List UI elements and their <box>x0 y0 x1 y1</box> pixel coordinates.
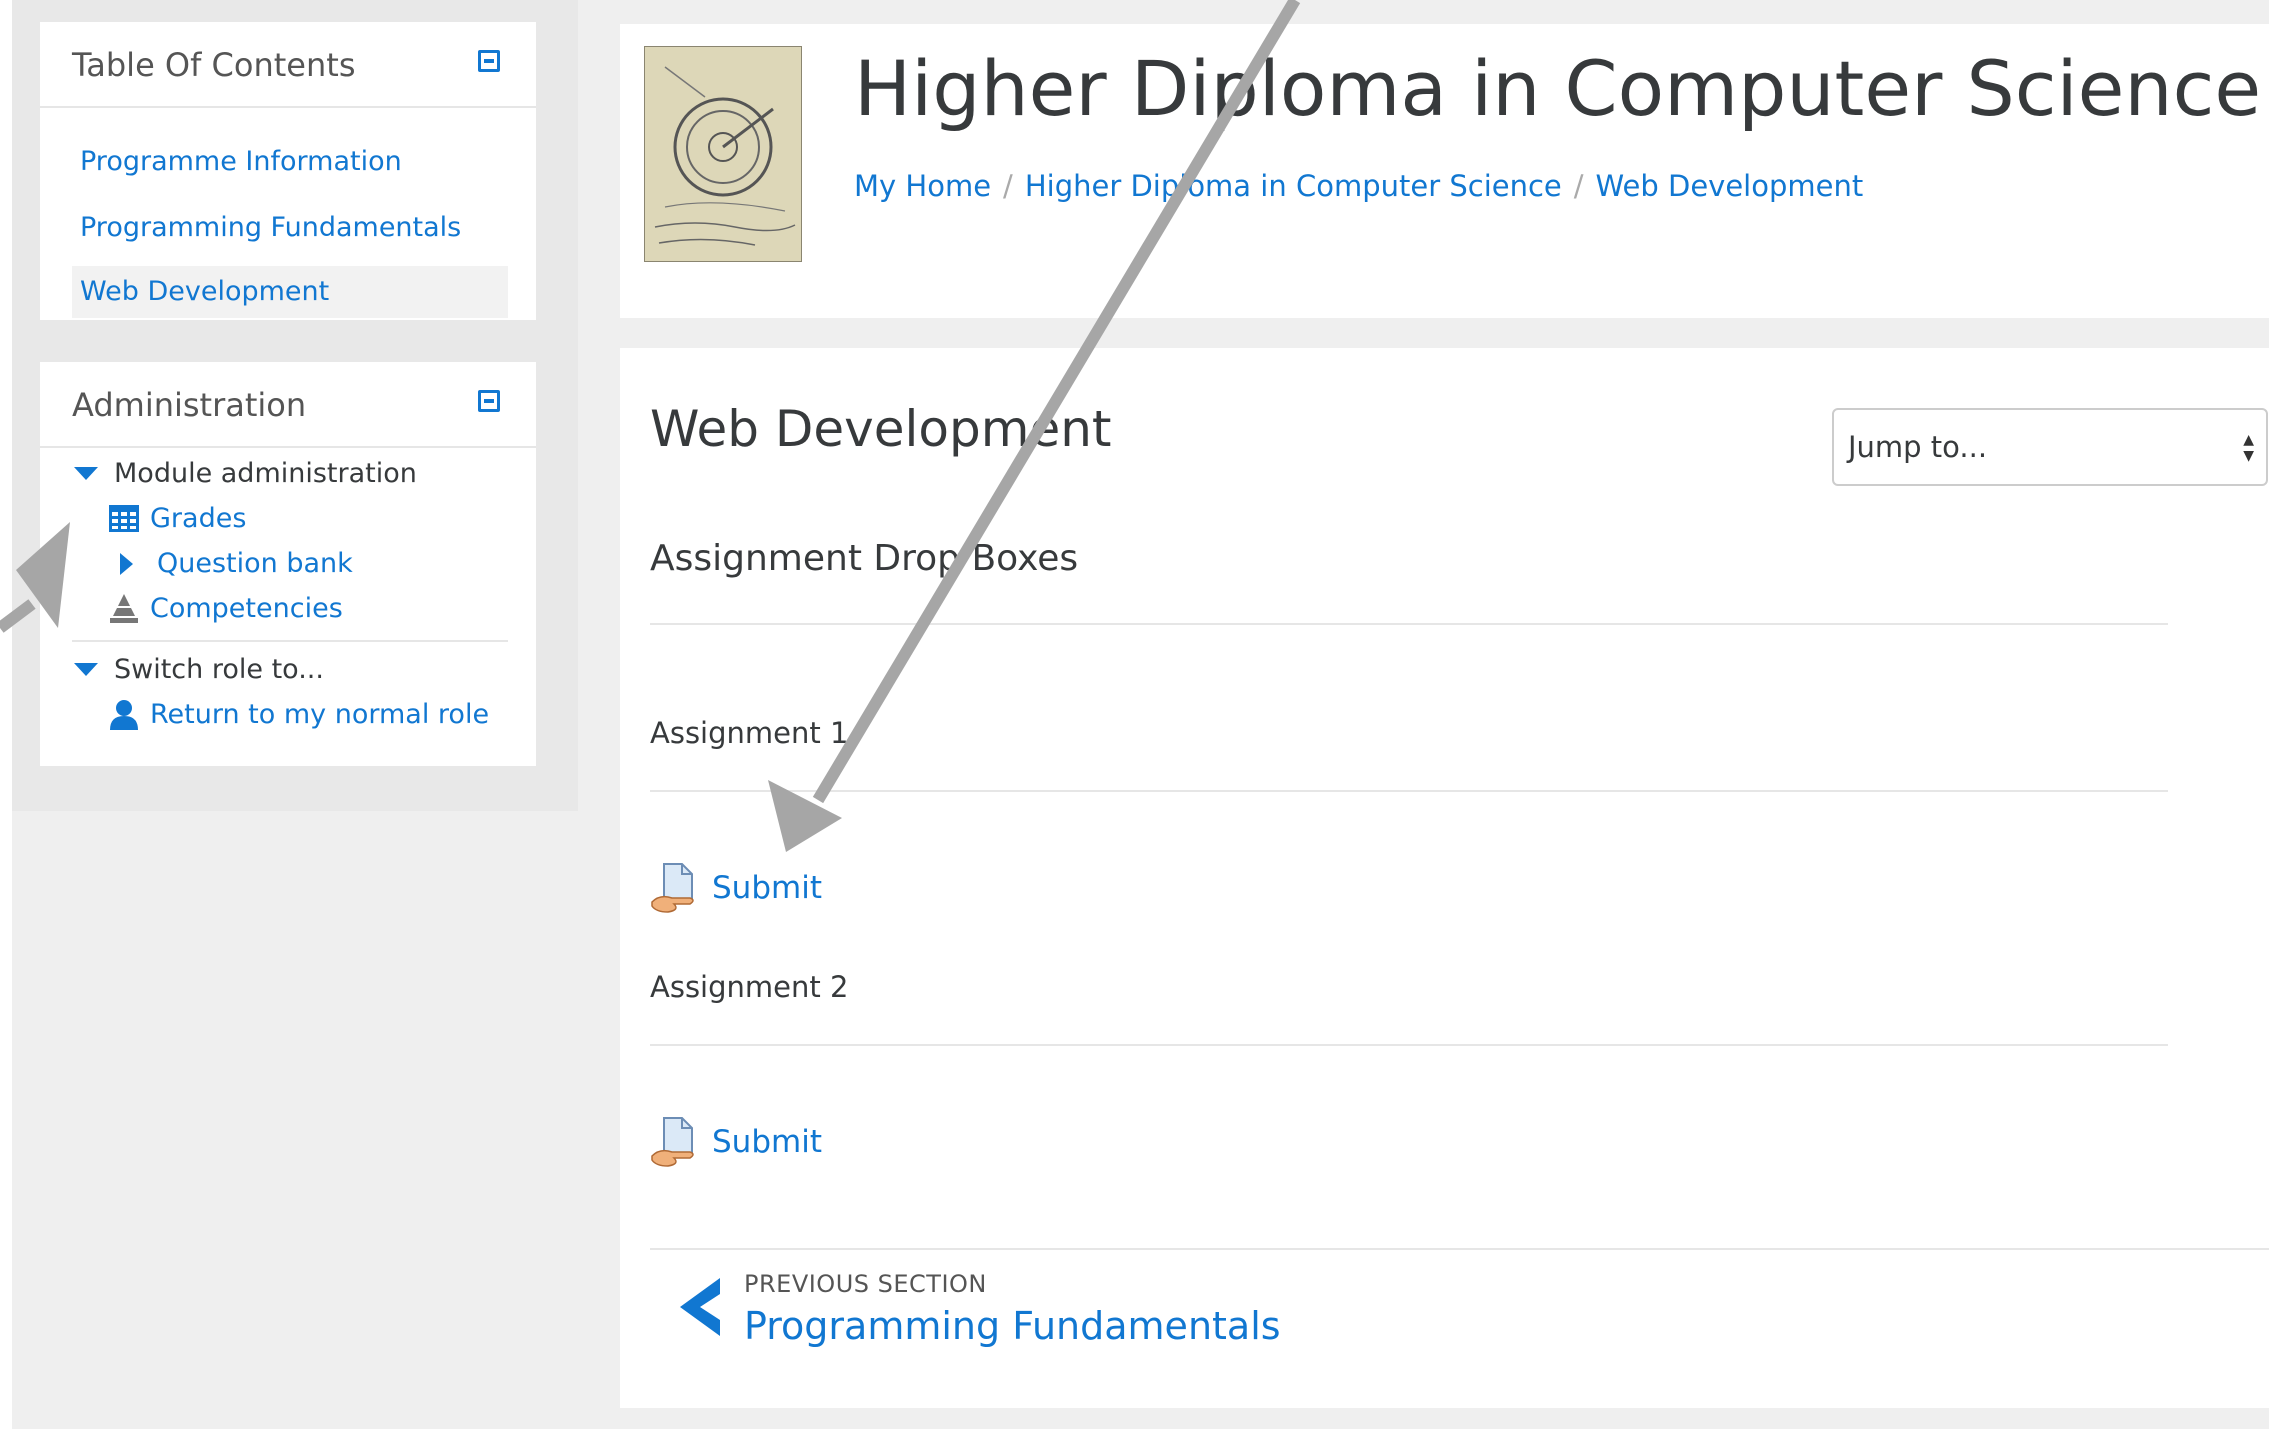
course-header: Higher Diploma in Computer Science My Ho… <box>620 24 2269 318</box>
collapse-icon[interactable] <box>478 390 500 412</box>
divider <box>650 790 2168 792</box>
divider <box>650 1044 2168 1046</box>
chevron-left-icon <box>680 1278 720 1336</box>
chevron-down-icon <box>74 663 98 676</box>
submit-label: Submit <box>712 1124 822 1160</box>
module-admin-node[interactable]: Module administration <box>74 458 417 489</box>
previous-section-title: Programming Fundamentals <box>744 1304 1281 1348</box>
select-arrows-icon: ▲ ▼ <box>2243 432 2254 464</box>
breadcrumb-separator: / <box>1573 169 1584 203</box>
previous-section-caption: PREVIOUS SECTION <box>744 1270 987 1298</box>
assignment-2-label: Assignment 2 <box>650 970 849 1004</box>
jump-to-select[interactable]: Jump to... ▲ ▼ <box>1832 408 2268 486</box>
breadcrumb-course[interactable]: Higher Diploma in Computer Science <box>1025 169 1562 203</box>
chevron-down-icon <box>74 467 98 480</box>
divider <box>650 1248 2269 1250</box>
chevron-right-icon <box>120 552 133 575</box>
assignment-submit-icon <box>650 862 700 914</box>
competencies-link[interactable]: Competencies <box>108 592 343 624</box>
breadcrumb-separator: / <box>1003 169 1013 203</box>
assignment-2-submit[interactable]: Submit <box>650 1116 822 1168</box>
course-image <box>644 46 802 262</box>
toc-item-programme-information[interactable]: Programme Information <box>72 136 508 188</box>
assignment-1-label: Assignment 1 <box>650 716 849 750</box>
toc-item-programming-fundamentals[interactable]: Programming Fundamentals <box>72 202 508 254</box>
assignment-submit-icon <box>650 1116 700 1168</box>
module-admin-label: Module administration <box>114 458 417 489</box>
jump-to-label: Jump to... <box>1848 430 1988 464</box>
question-bank-label: Question bank <box>157 548 353 579</box>
return-role-link[interactable]: Return to my normal role <box>108 698 489 730</box>
grades-link[interactable]: Grades <box>108 502 246 534</box>
admin-header: Administration <box>40 362 536 448</box>
user-icon <box>108 698 140 730</box>
toc-title: Table Of Contents <box>72 46 356 84</box>
assignment-1-submit[interactable]: Submit <box>650 862 822 914</box>
divider <box>650 623 2168 625</box>
page-title: Higher Diploma in Computer Science <box>854 44 2262 133</box>
switch-role-label: Switch role to... <box>114 654 324 685</box>
admin-title: Administration <box>72 386 307 424</box>
question-bank-link[interactable]: Question bank <box>114 548 353 579</box>
competencies-label: Competencies <box>150 592 343 624</box>
section-title: Web Development <box>650 400 1112 458</box>
admin-divider <box>72 640 508 642</box>
toc-block: Table Of Contents Programme Information … <box>40 22 536 320</box>
breadcrumb-my-home[interactable]: My Home <box>854 169 991 203</box>
submit-label: Submit <box>712 870 822 906</box>
toc-header: Table Of Contents <box>40 22 536 108</box>
main-content: Web Development Jump to... ▲ ▼ Assignment… <box>620 348 2269 1408</box>
return-role-label: Return to my normal role <box>150 698 490 730</box>
assignment-drop-boxes-heading: Assignment Drop Boxes <box>650 538 1079 579</box>
grades-label: Grades <box>150 502 247 534</box>
toc-item-web-development[interactable]: Web Development <box>72 266 508 318</box>
competencies-icon <box>108 592 140 624</box>
collapse-icon[interactable] <box>478 50 500 72</box>
switch-role-node[interactable]: Switch role to... <box>74 654 324 685</box>
breadcrumb-current[interactable]: Web Development <box>1596 169 1864 203</box>
admin-block: Administration Module administration Gra… <box>40 362 536 766</box>
grades-table-icon <box>108 502 140 534</box>
breadcrumb: My Home / Higher Diploma in Computer Scien… <box>854 169 1863 203</box>
